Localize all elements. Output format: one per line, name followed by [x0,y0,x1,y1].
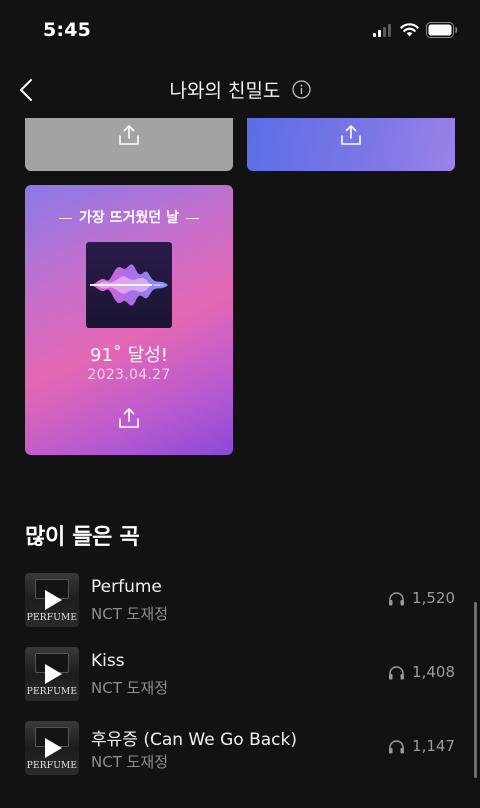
section-title-most-played: 많이 들은 곡 [25,525,140,550]
album-art-text: PERFUME [26,687,78,697]
song-row[interactable]: PERFUME Kiss NCT 도재정 1,408 [25,647,455,703]
play-count: 1,147 [412,737,455,755]
song-row[interactable]: PERFUME 후유증 (Can We Go Back) NCT 도재정 1,1… [25,721,455,777]
album-art: PERFUME [25,573,79,627]
header-title-group: 나와의 친밀도 [0,76,480,103]
play-count: 1,408 [412,663,455,681]
album-art-text: PERFUME [26,613,78,623]
battery-icon [426,22,458,38]
play-icon[interactable] [43,589,63,611]
stat-card-blue[interactable] [247,118,455,171]
song-row[interactable]: PERFUME Perfume NCT 도재정 1,520 [25,573,455,629]
status-bar: 5:45 [0,0,480,62]
wifi-icon [400,23,419,37]
page-title: 나와의 친밀도 [169,80,281,102]
scrollbar[interactable] [474,602,477,778]
info-icon[interactable] [291,80,311,99]
intimacy-page: 5:45 나와의 친밀도 가장 뜨거웠던 날 91˚ 달성! 2023.04.2… [0,0,480,808]
label-dash [185,217,199,219]
play-icon[interactable] [43,663,63,685]
card-label: 가장 뜨거웠던 날 [25,207,233,227]
song-artist: NCT 도재정 [91,679,169,697]
headphone-icon [389,739,405,753]
album-art: PERFUME [25,721,79,775]
card-label-text: 가장 뜨거웠던 날 [79,210,179,226]
song-artist: NCT 도재정 [91,753,169,771]
stat-card-gray[interactable] [25,118,233,171]
hottest-day-card[interactable]: 가장 뜨거웠던 날 91˚ 달성! 2023.04.27 [25,185,233,455]
play-count: 1,520 [412,589,455,607]
play-icon[interactable] [43,737,63,759]
song-title: Kiss [91,651,125,671]
signal-icon [373,24,391,37]
page-header: 나와의 친밀도 [0,62,480,118]
album-art: PERFUME [25,647,79,701]
share-icon[interactable] [118,407,140,429]
temperature-achieved: 91˚ 달성! [90,345,168,366]
song-title: 후유증 (Can We Go Back) [91,730,297,750]
share-icon[interactable] [118,124,140,146]
achieved-date: 2023.04.27 [87,367,171,383]
play-count-group: 1,408 [388,662,455,682]
headphone-icon [389,665,405,679]
play-count-group: 1,147 [388,736,455,756]
play-count-group: 1,520 [388,588,455,608]
song-artist: NCT 도재정 [91,605,169,623]
song-title: Perfume [91,577,162,597]
share-icon[interactable] [340,124,362,146]
status-time: 5:45 [43,19,92,41]
album-art-text: PERFUME [26,761,78,771]
label-dash [59,217,73,219]
soundwave-artwork [86,242,172,328]
headphone-icon [389,591,405,605]
